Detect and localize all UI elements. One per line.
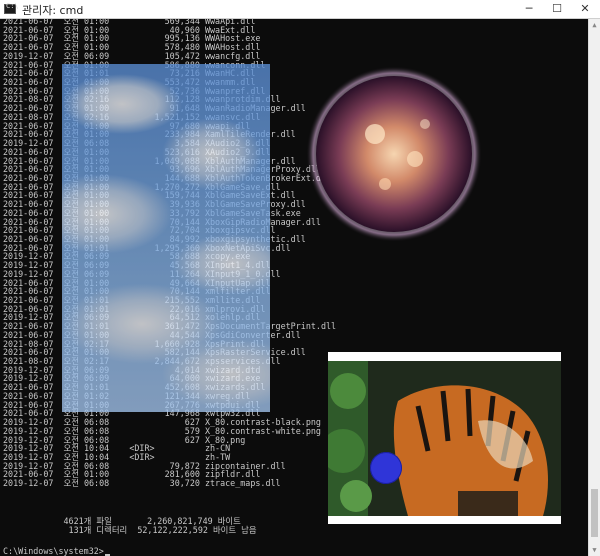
prompt-text: C:\Windows\system32> [3, 546, 104, 556]
scroll-up-arrow-icon[interactable]: ▲ [589, 21, 600, 29]
tiger-photo [328, 361, 561, 516]
dir-count-summary: 131개 디렉터리 52,122,222,592 바이트 남음 [3, 525, 257, 535]
listing-line: 2019-12-07 오전 06:08 30,720 ztrace_maps.d… [3, 478, 281, 489]
scrollbar-thumb[interactable] [591, 489, 598, 537]
sun-image [306, 66, 482, 242]
text-cursor [104, 553, 110, 556]
cmd-app-icon[interactable] [4, 2, 19, 14]
window-title: 관리자: cmd [22, 4, 84, 17]
blue-dot-marker [370, 452, 402, 484]
scroll-down-arrow-icon[interactable]: ▼ [589, 546, 600, 554]
vertical-scrollbar[interactable]: ▲ ▼ [588, 19, 600, 556]
close-button[interactable]: ✕ [570, 0, 600, 18]
directory-listing: 2021-06-07 오전 01:00 569,344 WwaApi.dll 20… [3, 19, 336, 488]
title-bar[interactable]: 관리자: cmd ─ ☐ ✕ [0, 0, 600, 19]
minimize-button[interactable]: ─ [514, 0, 544, 18]
command-prompt[interactable]: C:\Windows\system32> [3, 547, 110, 556]
maximize-button[interactable]: ☐ [542, 0, 572, 18]
